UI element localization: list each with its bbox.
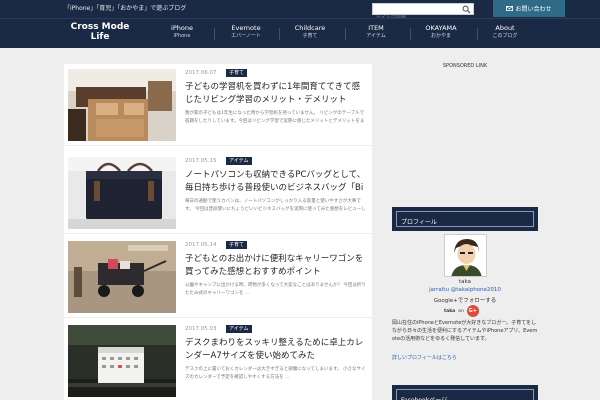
sponsored-link-label: SPONSORED LINK — [442, 63, 488, 69]
nav-label-jp: このブログ — [492, 33, 518, 39]
post-item[interactable]: 2017.05.03 アイテム デスクまわりをスッキリ整えるために卓上カレンダー… — [64, 320, 372, 400]
nav-label-en: About — [495, 24, 515, 32]
wagon-photo — [68, 241, 176, 313]
desk-photo — [68, 69, 176, 141]
profile-heading-text: プロフィール — [396, 211, 534, 227]
post-date: 2017.05.03 — [185, 326, 217, 332]
nav-label-jp: iPhone — [173, 33, 191, 39]
post-item[interactable]: 2017.05.14 子育て 子どもとのお出かけに便利なキャリーワゴンを買ってみ… — [64, 236, 372, 318]
post-item[interactable]: 2017.05.15 アイテム ノートパソコンも収納できるPCバッグとして、毎日… — [64, 152, 372, 234]
facebook-heading-text: Facebookページ — [396, 389, 534, 400]
nav-item-evernote[interactable]: Evernote エバーノート — [223, 24, 269, 44]
nav-label-jp: おかやま — [430, 33, 451, 39]
post-category-badge[interactable]: 子育て — [226, 241, 248, 249]
nav-item-item[interactable]: ITEM アイテム — [354, 24, 398, 44]
nav-divider — [214, 28, 215, 40]
bag-photo — [68, 157, 176, 229]
gplus-badge-name: taka — [444, 308, 456, 314]
main-navigation: Cross Mode Life iPhone iPhone Evernote エ… — [0, 18, 600, 48]
post-excerpt: 公園やキャンプに出かける時、荷物が多くなって大変なことはありませんか？ 今回は折… — [185, 283, 366, 296]
nav-label-jp: アイテム — [366, 33, 386, 39]
post-title[interactable]: デスクまわりをスッキリ整えるために卓上カレンダーA7サイズを使い始めてみた — [185, 337, 367, 363]
post-title[interactable]: ノートパソコンも収納できるPCバッグとして、毎日持ち歩ける普段使いのビジネスバッ… — [185, 169, 367, 195]
post-title[interactable]: 子どもの学習机を買わずに1年間育ててきて感じたリビング学習のメリット・デメリット — [185, 81, 367, 107]
nav-divider — [345, 28, 346, 40]
contact-button[interactable]: お問い合わせ — [493, 0, 565, 17]
site-tagline: 「iPhone」「育児」「おかやま」で遊ぶブログ — [64, 5, 187, 12]
post-date: 2017.05.14 — [185, 242, 217, 248]
post-excerpt: 毎日の通勤で使うカバンは、ノートパソコンがしっかり入る容量と使いやすさが大事です… — [185, 199, 366, 212]
avatar-illustration — [445, 235, 486, 276]
nav-item-iphone[interactable]: iPhone iPhone — [160, 24, 204, 44]
profile-name: taka — [459, 279, 471, 285]
top-bar: 「iPhone」「育児」「おかやま」で遊ぶブログ お問い合わせ — [0, 0, 600, 23]
post-excerpt: デスクの上に置いておくカレンダーは大きすぎると邪魔になってしまいます。 小さなサ… — [185, 367, 366, 380]
post-list: 2017.06.07 子育て 子どもの学習机を買わずに1年間育ててきて感じたリビ… — [64, 64, 372, 400]
post-category-badge[interactable]: 子育て — [226, 69, 248, 77]
nav-item-okayama[interactable]: OKAYAMA おかやま — [418, 24, 464, 44]
nav-divider — [410, 28, 411, 40]
facebook-widget-heading: Facebookページ — [392, 385, 538, 400]
post-category-badge[interactable]: アイテム — [226, 157, 252, 165]
profile-twitter-link[interactable]: jarraltu @takaiphone2010 — [392, 287, 538, 293]
nav-label-en: ITEM — [368, 24, 384, 32]
profile-widget-heading: プロフィール — [392, 207, 538, 231]
nav-label-en: iPhone — [171, 24, 193, 32]
gplus-follow-label: Google+でフォローする — [433, 298, 497, 304]
nav-label-en: Childcare — [294, 24, 326, 32]
google-plus-icon[interactable]: G+ — [466, 305, 479, 317]
post-thumbnail[interactable] — [68, 157, 176, 229]
avatar — [444, 234, 487, 277]
post-thumbnail[interactable] — [68, 325, 176, 397]
search-icon[interactable] — [462, 5, 471, 14]
nav-label-jp: エバーノート — [231, 33, 261, 39]
profile-detail-link[interactable]: 詳しいプロフィールはこちら — [392, 354, 538, 361]
post-excerpt: 我が家の子どもは1年生になった時から学習机を持っていません。 リビングのテーブル… — [185, 111, 365, 124]
search-box[interactable] — [372, 3, 474, 23]
post-thumbnail[interactable] — [68, 241, 176, 313]
nav-item-childcare[interactable]: Childcare 子育て — [287, 24, 333, 44]
post-title[interactable]: 子どもとのお出かけに便利なキャリーワゴンを買ってみた感想とおすすめポイント — [185, 253, 367, 279]
nav-label-jp: 子育て — [302, 33, 318, 39]
post-thumbnail[interactable] — [68, 69, 176, 141]
post-category-badge[interactable]: アイテム — [226, 325, 252, 333]
post-date: 2017.06.07 — [185, 70, 217, 76]
gplus-badge-on: on — [458, 308, 464, 314]
mail-icon — [506, 6, 514, 11]
gplus-follow-badge[interactable]: taka on G+ — [444, 305, 479, 317]
nav-label-en: Evernote — [231, 24, 261, 32]
contact-label: お問い合わせ — [515, 6, 552, 13]
site-logo[interactable]: Cross Mode Life — [66, 22, 134, 42]
profile-card: taka jarraltu @takaiphone2010 Google+でフォ… — [392, 232, 538, 378]
nav-label-en: OKAYAMA — [425, 24, 457, 32]
post-date: 2017.05.15 — [185, 158, 217, 164]
nav-divider — [477, 28, 478, 40]
nav-divider — [279, 28, 280, 40]
profile-bio: 岡山在住のiPhoneとEvernoteが大好きなブロガー。子育てをしながら日々… — [392, 320, 538, 342]
nav-item-about[interactable]: About このブログ — [484, 24, 526, 44]
calendar-photo — [68, 325, 176, 397]
post-item[interactable]: 2017.06.07 子育て 子どもの学習机を買わずに1年間育ててきて感じたリビ… — [64, 64, 372, 146]
